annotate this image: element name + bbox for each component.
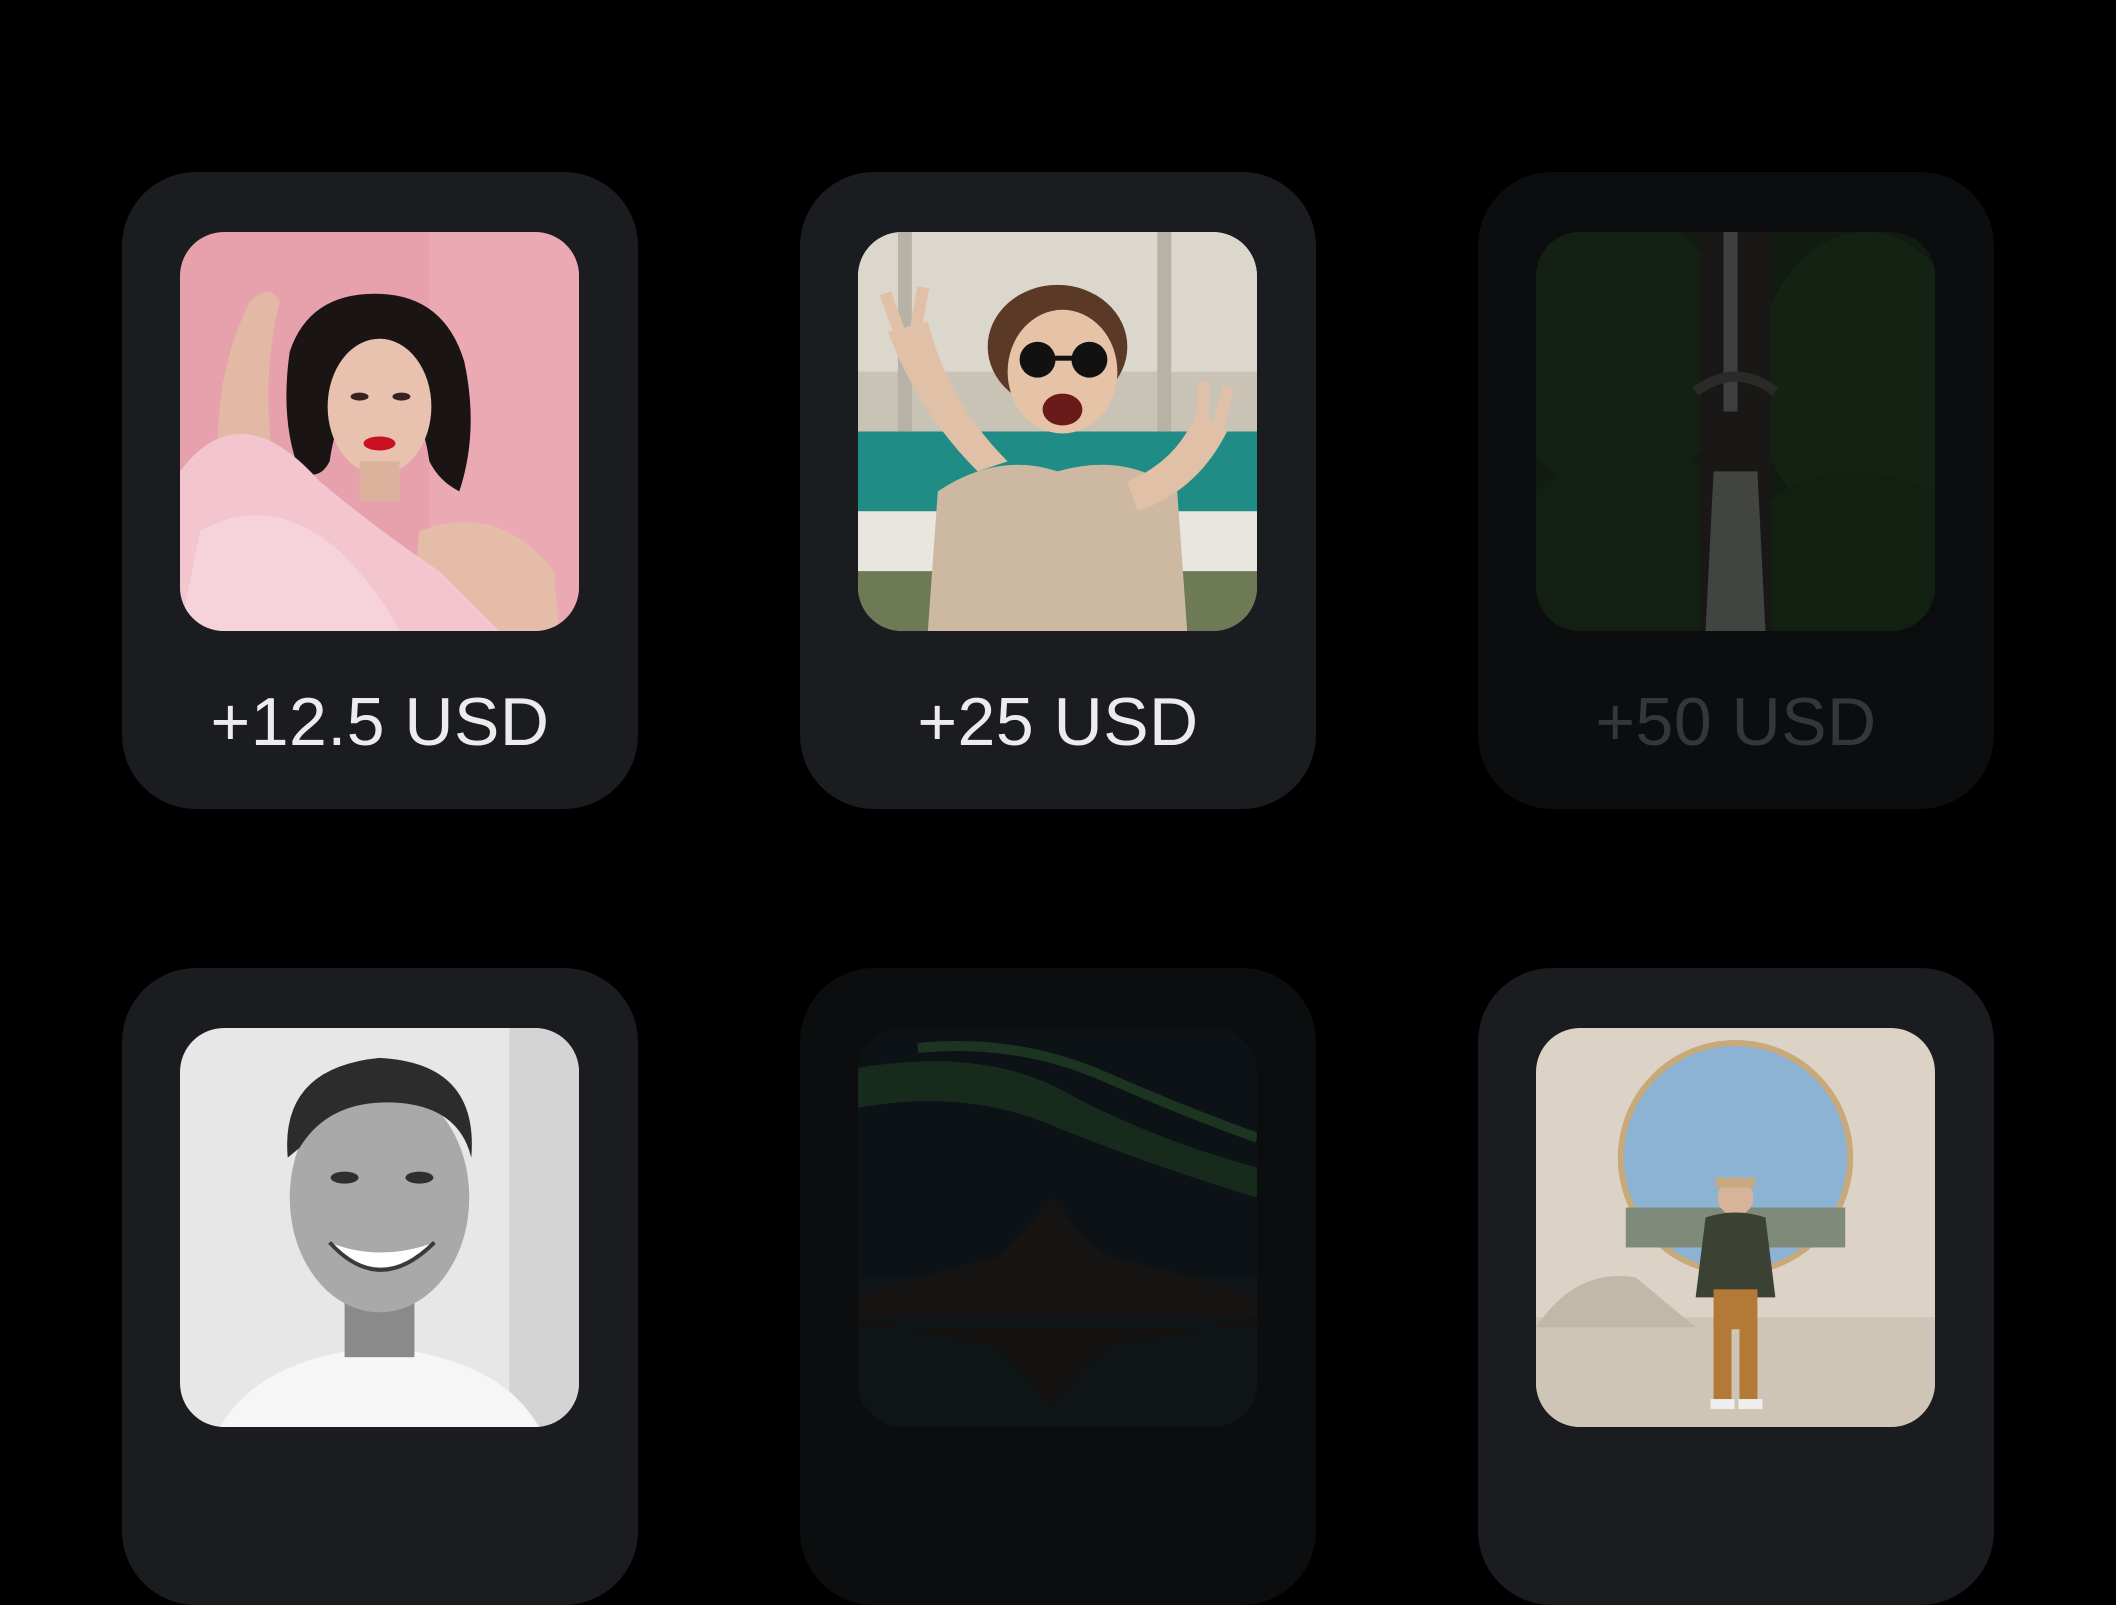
tip-price-label: +25 USD — [917, 684, 1199, 760]
tip-option-card[interactable]: +12.5 USD — [122, 172, 638, 809]
tip-option-card[interactable] — [1478, 968, 1994, 1605]
tip-option-card[interactable]: +25 USD — [800, 172, 1316, 809]
portrait-smiling-man-icon — [180, 1028, 579, 1427]
aurora-mountain-night-icon — [858, 1028, 1257, 1427]
tip-option-card[interactable] — [800, 968, 1316, 1605]
waterfall-forest-icon — [1536, 232, 1935, 631]
tip-option-card[interactable]: +50 USD — [1478, 172, 1994, 809]
portrait-pink-background-icon — [180, 232, 579, 631]
tip-price-label: +12.5 USD — [210, 684, 550, 760]
tip-price-label: +50 USD — [1595, 684, 1877, 760]
portrait-sunglasses-peace-sign-icon — [858, 232, 1257, 631]
tip-option-card[interactable] — [122, 968, 638, 1605]
tip-amount-grid: +12.5 USD +25 USD +50 USD — [0, 0, 2116, 1605]
person-sitting-circle-wall-icon — [1536, 1028, 1935, 1427]
